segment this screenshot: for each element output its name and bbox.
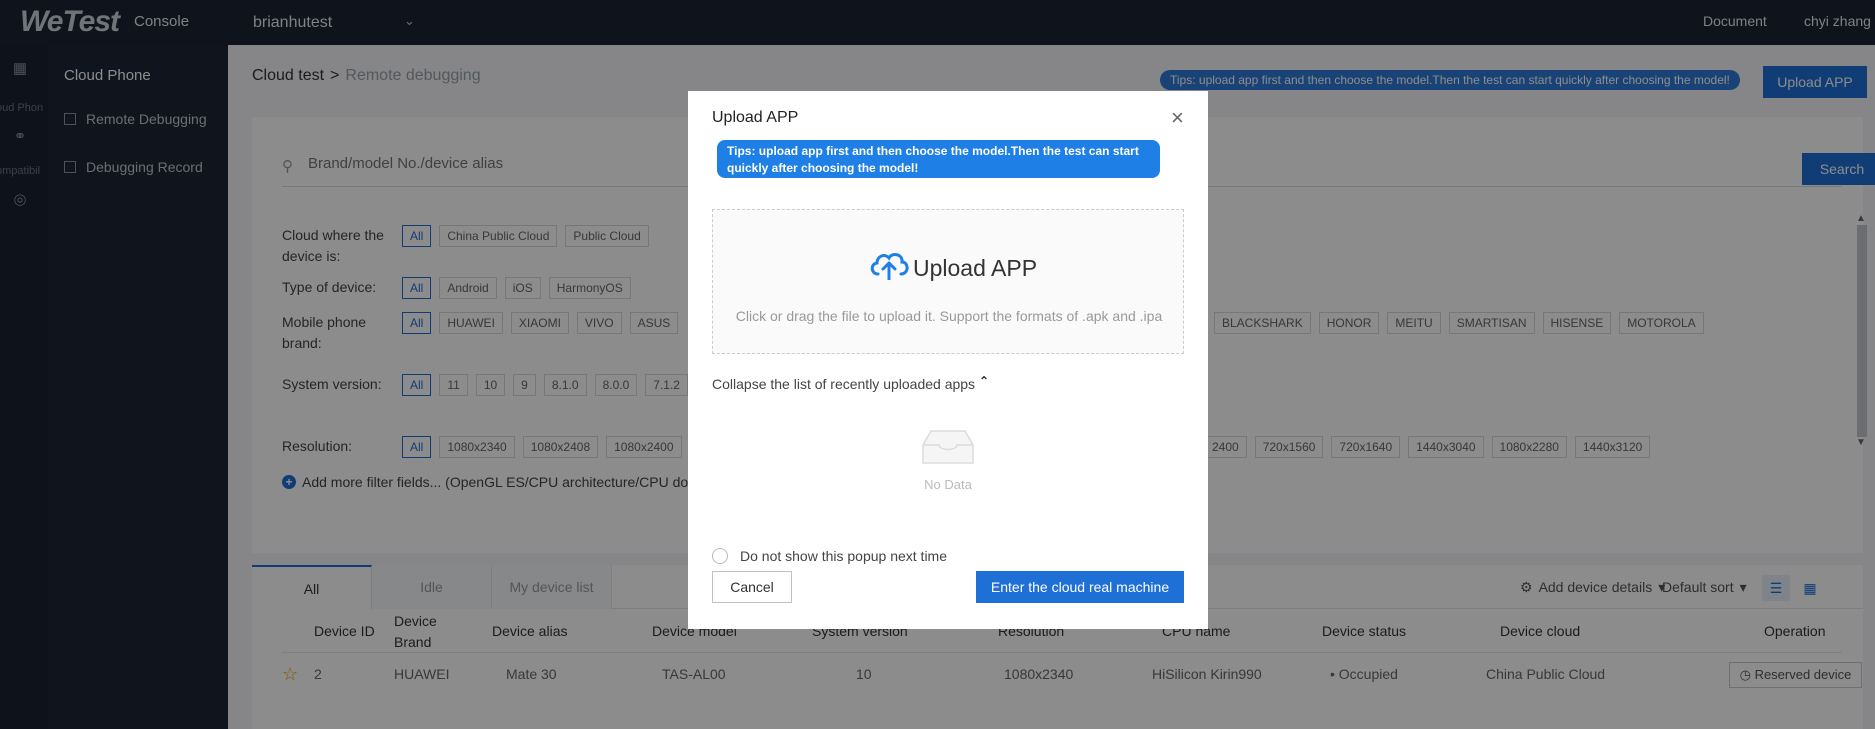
cloud-upload-icon bbox=[870, 253, 909, 280]
dont-show-radio[interactable] bbox=[712, 548, 728, 564]
chevron-up-icon[interactable]: ⌃ bbox=[979, 374, 989, 388]
dropzone-description: Click or drag the file to upload it. Sup… bbox=[735, 308, 1163, 324]
close-icon[interactable]: × bbox=[1171, 105, 1184, 131]
collapse-recent-apps-toggle[interactable]: Collapse the list of recently uploaded a… bbox=[712, 376, 975, 392]
empty-inbox-icon bbox=[922, 430, 974, 464]
dropzone-title: Upload APP bbox=[913, 255, 1038, 281]
dialog-title: Upload APP bbox=[712, 109, 799, 126]
upload-dropzone[interactable]: Upload APP Click or drag the file to upl… bbox=[712, 209, 1184, 354]
no-data-text: No Data bbox=[924, 477, 972, 492]
cancel-button[interactable]: Cancel bbox=[712, 571, 792, 603]
dont-show-label[interactable]: Do not show this popup next time bbox=[740, 548, 947, 564]
upload-app-dialog: Upload APP × Tips: upload app first and … bbox=[688, 91, 1208, 629]
upload-tip-banner: Tips: upload app first and then choose t… bbox=[717, 140, 1160, 178]
enter-cloud-machine-button[interactable]: Enter the cloud real machine bbox=[976, 571, 1184, 603]
